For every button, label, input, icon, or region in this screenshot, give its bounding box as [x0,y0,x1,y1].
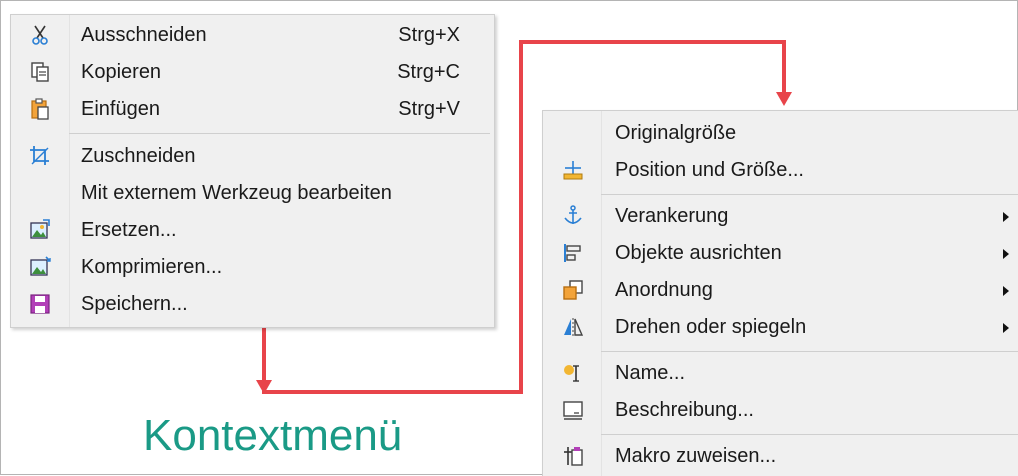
context-menu-image: Ausschneiden Strg+X Kopieren Strg+C Einf… [10,14,495,328]
menu-separator [601,434,1018,435]
menu-item-position-size[interactable]: Position und Größe... [543,152,1018,189]
submenu-arrow-icon [1003,212,1009,222]
menu-item-arrange[interactable]: Anordnung [543,272,1018,309]
menu-separator [601,351,1018,352]
menu-separator [601,194,1018,195]
menu-item-label: Ersetzen... [81,219,177,241]
position-size-icon [561,158,585,182]
menu-item-copy[interactable]: Kopieren Strg+C [11,54,494,91]
menu-separator [69,133,490,134]
menu-item-label: Einfügen [81,98,160,120]
menu-item-edit-external[interactable]: Mit externem Werkzeug bearbeiten [11,175,494,212]
menu-item-anchor[interactable]: Verankerung [543,198,1018,235]
assign-macro-icon [561,444,585,468]
menu-item-label: Zuschneiden [81,145,196,167]
paste-icon [28,97,52,121]
menu-item-name[interactable]: Name... [543,355,1018,392]
menu-item-shortcut: Strg+X [398,24,460,46]
menu-item-rotate-flip[interactable]: Drehen oder spiegeln [543,309,1018,346]
menu-item-label: Objekte ausrichten [615,242,782,264]
menu-item-align-objects[interactable]: Objekte ausrichten [543,235,1018,272]
menu-item-label: Makro zuweisen... [615,445,777,467]
align-objects-icon [561,241,585,265]
context-menu-object: Originalgröße Position und Größe... Vera… [542,110,1018,476]
arrange-icon [561,278,585,302]
menu-item-label: Speichern... [81,293,188,315]
crop-icon [28,144,52,168]
menu-item-shortcut: Strg+C [397,61,460,83]
copy-icon [28,60,52,84]
menu-item-label: Kopieren [81,61,162,83]
submenu-arrow-icon [1003,249,1009,259]
menu-item-label: Komprimieren... [81,256,223,278]
menu-item-label: Position und Größe... [615,159,804,181]
menu-item-cut[interactable]: Ausschneiden Strg+X [11,17,494,54]
menu-item-crop[interactable]: Zuschneiden [11,138,494,175]
submenu-arrow-icon [1003,286,1009,296]
caption-title: Kontextmenü [143,411,403,460]
name-icon [561,361,585,385]
scissors-icon [28,23,52,47]
rotate-flip-icon [561,315,585,339]
save-icon [28,292,52,316]
menu-item-save[interactable]: Speichern... [11,286,494,323]
menu-item-label: Anordnung [615,279,713,301]
menu-item-label: Verankerung [615,205,729,227]
menu-item-original-size[interactable]: Originalgröße [543,115,1018,152]
menu-item-label: Ausschneiden [81,24,207,46]
menu-item-compress[interactable]: Komprimieren... [11,249,494,286]
menu-item-shortcut: Strg+V [398,98,460,120]
menu-item-label: Beschreibung... [615,399,754,421]
description-icon [561,398,585,422]
menu-item-description[interactable]: Beschreibung... [543,392,1018,429]
menu-item-assign-macro[interactable]: Makro zuweisen... [543,438,1018,475]
anchor-icon [561,204,585,228]
menu-item-paste[interactable]: Einfügen Strg+V [11,91,494,128]
compress-image-icon [28,255,52,279]
menu-item-label: Name... [615,362,686,384]
menu-item-label: Mit externem Werkzeug bearbeiten [81,182,392,204]
submenu-arrow-icon [1003,323,1009,333]
menu-item-label: Drehen oder spiegeln [615,316,807,338]
replace-image-icon [28,218,52,242]
menu-item-replace[interactable]: Ersetzen... [11,212,494,249]
menu-item-label: Originalgröße [615,122,737,144]
